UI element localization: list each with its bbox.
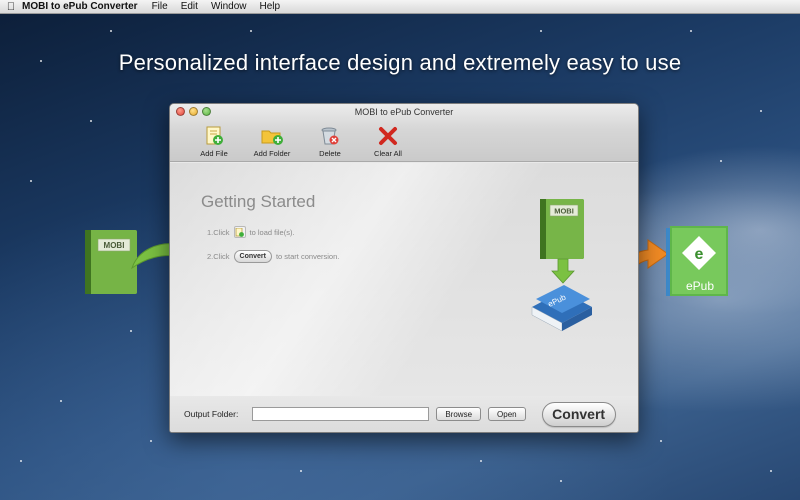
menu-file[interactable]: File [152,1,168,12]
convert-mini-button: Convert [233,250,272,263]
add-file-icon [206,126,223,145]
title-bar: MOBI to ePub Converter Add File Add Fold… [170,104,638,162]
add-folder-icon [261,130,283,145]
clear-all-label: Clear All [374,149,402,158]
output-folder-field[interactable] [252,407,430,421]
illustration-mobi-label: MOBI [554,207,574,216]
step-2-suffix: to start conversion. [275,252,340,261]
window-title: MOBI to ePub Converter [354,107,454,117]
delete-label: Delete [319,149,341,158]
step-2-prefix: 2.Click [207,252,230,261]
output-folder-label: Output Folder: [184,409,239,419]
mobi-book-label: MOBI [104,241,125,250]
trash-icon [321,127,339,145]
add-folder-button[interactable]: Add Folder [250,126,294,158]
step-2: 2.Click Convert to start conversion. [207,250,339,263]
clear-all-button[interactable]: Clear All [366,126,410,158]
clear-x-icon [379,127,397,145]
convert-button[interactable]: Convert [541,401,616,427]
browse-button[interactable]: Browse [436,407,482,421]
footer-bar: Output Folder: Browse Open Convert [170,396,638,432]
epub-badge-icon: e ePub [666,226,728,296]
add-folder-label: Add Folder [253,149,291,158]
menu-window[interactable]: Window [211,1,247,12]
open-button[interactable]: Open [488,407,526,421]
menu-edit[interactable]: Edit [181,1,198,12]
menu-app-name[interactable]: MOBI to ePub Converter [22,1,138,12]
tagline: Personalized interface design and extrem… [118,50,682,75]
toolbar: Add File Add Folder Delete Clear All [192,126,410,158]
mobi-to-epub-illustration: MOBI ePub [531,199,592,332]
app-window: MOBI to ePub Converter Add File Add Fold… [169,103,639,433]
getting-started-heading: Getting Started [201,192,316,211]
add-file-mini-icon [233,226,246,238]
epub-badge-label: ePub [686,279,714,293]
menu-bar:  MOBI to ePub Converter File Edit Windo… [0,0,800,14]
epub-logo-letter: e [695,246,704,263]
delete-button[interactable]: Delete [308,126,352,158]
add-file-label: Add File [200,149,228,158]
file-drop-area[interactable]: Getting Started 1.Click to load file(s).… [170,163,638,399]
apple-icon[interactable]:  [0,1,22,13]
add-file-button[interactable]: Add File [192,126,236,158]
step-1: 1.Click to load file(s). [207,226,295,238]
step-1-suffix: to load file(s). [249,227,295,237]
menu-help[interactable]: Help [260,1,281,12]
step-1-prefix: 1.Click [207,227,230,237]
